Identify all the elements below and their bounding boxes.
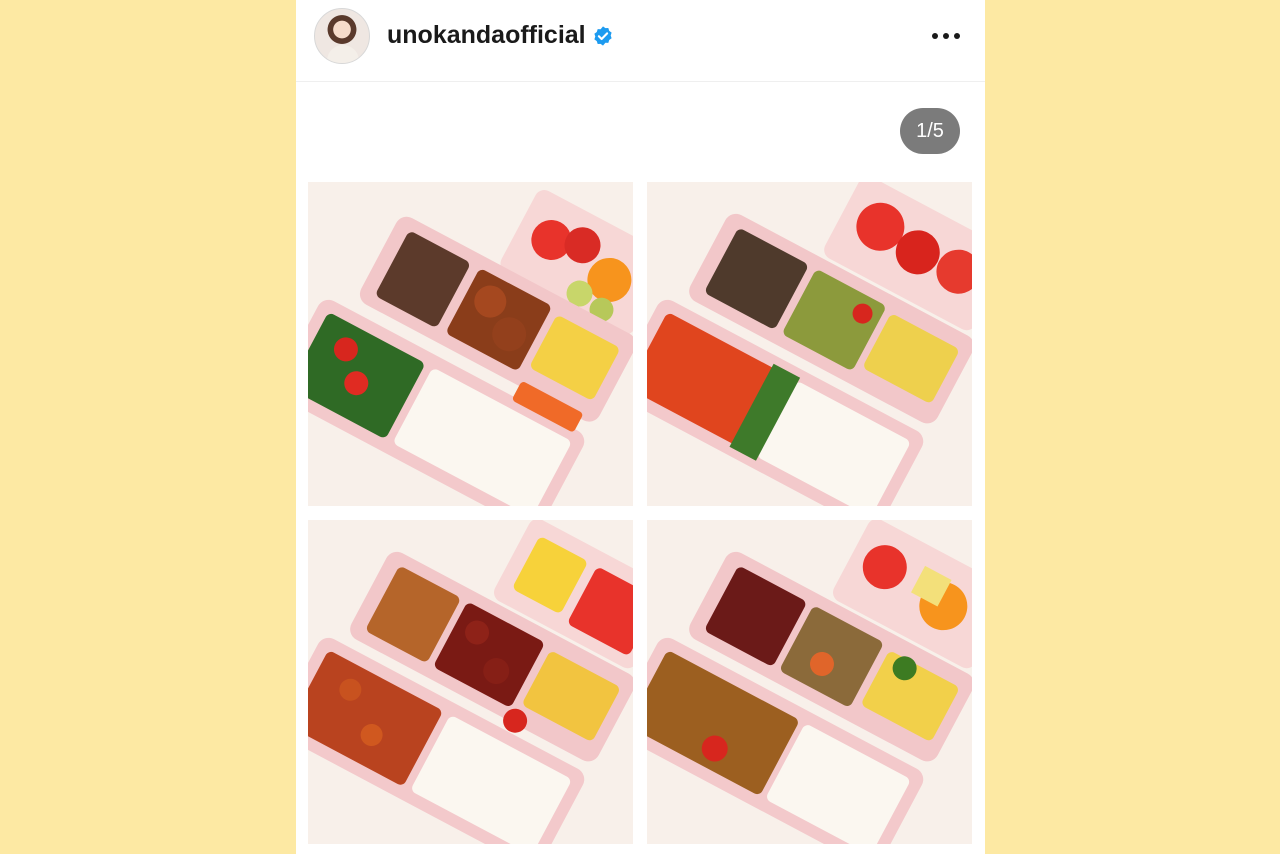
avatar[interactable] (314, 8, 370, 64)
post-header: unokandaofficial (296, 0, 985, 82)
more-options-button[interactable] (924, 20, 968, 50)
bento-photo-1[interactable] (308, 182, 633, 506)
bento-illustration (308, 520, 633, 844)
bento-photo-3[interactable] (308, 520, 633, 844)
bento-photo-4[interactable] (647, 520, 972, 844)
bento-illustration (308, 182, 633, 506)
carousel-counter: 1/5 (900, 108, 960, 154)
bento-photo-2[interactable] (647, 182, 972, 506)
photo-grid[interactable] (308, 182, 972, 854)
bento-illustration (647, 520, 972, 844)
verified-badge-icon (594, 26, 612, 46)
instagram-post: unokandaofficial 1/5 (296, 0, 985, 854)
bento-illustration (647, 182, 972, 506)
username[interactable]: unokandaofficial (387, 20, 586, 50)
